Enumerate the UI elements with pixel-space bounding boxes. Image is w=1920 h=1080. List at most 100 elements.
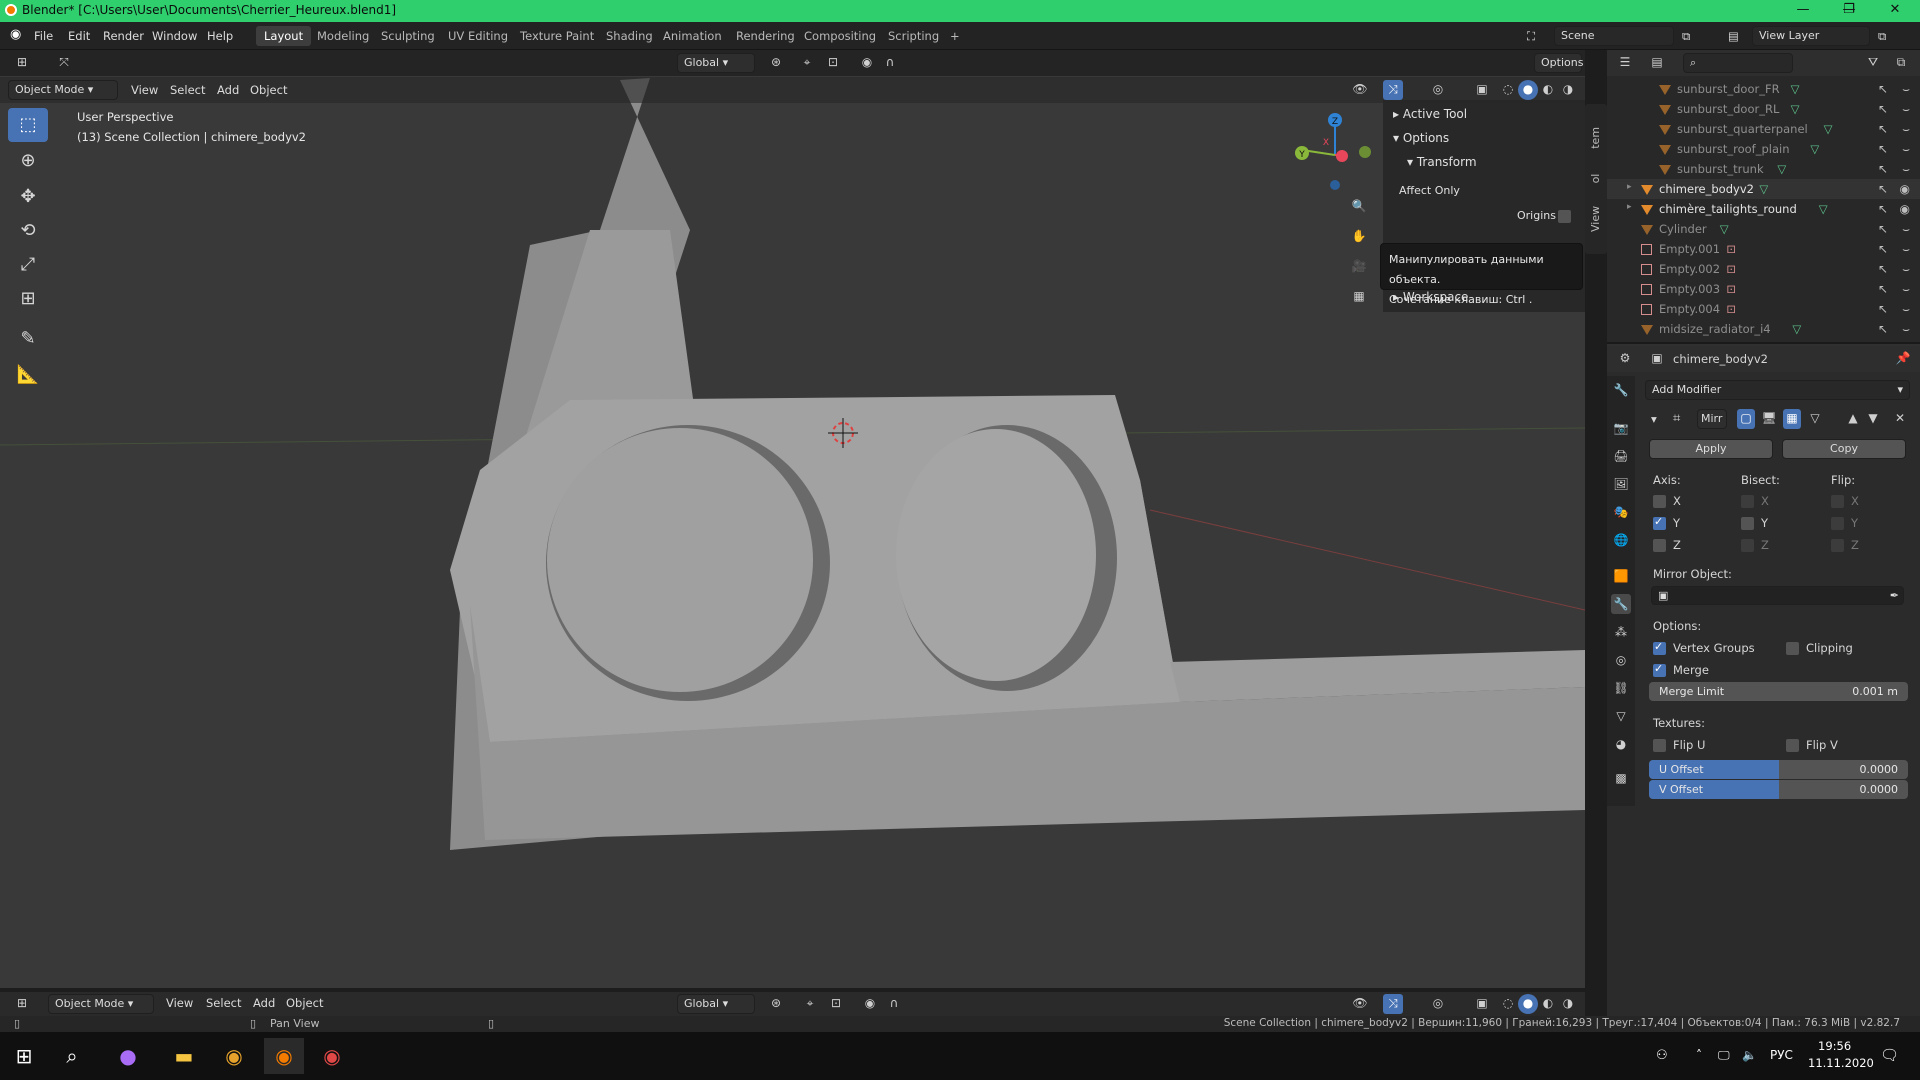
view-layer-props-tab-icon[interactable]: 🖼 bbox=[1611, 474, 1631, 494]
render-props-tab-icon[interactable]: 📷 bbox=[1611, 418, 1631, 438]
mode-dropdown[interactable]: Object Mode ▾ bbox=[8, 80, 118, 100]
clock-date[interactable]: 11.11.2020 bbox=[1808, 1056, 1874, 1070]
move-tool-icon[interactable]: ✥ bbox=[8, 180, 48, 214]
orientation-dropdown[interactable]: Global ▾ bbox=[677, 53, 755, 73]
viewport-menu-add[interactable]: Add bbox=[217, 83, 239, 97]
visibility-toggle-icon[interactable]: ⌣ bbox=[1902, 162, 1910, 177]
cursor-tool-icon[interactable]: ⊕ bbox=[8, 144, 48, 178]
outliner-row[interactable]: Empty.001 ⊡ ↖ ⌣ bbox=[1607, 239, 1920, 259]
visibility-toggle-icon[interactable]: ◉ bbox=[1900, 202, 1910, 216]
outliner-row[interactable]: ▸ chimere_bodyv2 ▽ ↖ ◉ bbox=[1607, 179, 1920, 199]
empty-data-icon[interactable]: ⊡ bbox=[1726, 282, 1736, 296]
outliner-search-input[interactable]: ⌕ bbox=[1683, 53, 1793, 73]
bottom-xray-icon[interactable]: ▣ bbox=[1472, 994, 1492, 1014]
merge-limit-field[interactable]: Merge Limit 0.001 m bbox=[1649, 682, 1908, 701]
tab-scripting[interactable]: Scripting bbox=[880, 26, 947, 46]
mesh-data-icon[interactable]: ▽ bbox=[1791, 102, 1800, 116]
add-workspace-button[interactable]: + bbox=[942, 26, 968, 46]
menu-edit[interactable]: Edit bbox=[68, 29, 90, 43]
editor-type-icon[interactable]: ⊞ bbox=[12, 53, 32, 73]
visibility-toggle-icon[interactable]: ⌣ bbox=[1902, 142, 1910, 157]
menu-window[interactable]: Window bbox=[152, 29, 197, 43]
constraints-props-tab-icon[interactable]: ⛓ bbox=[1611, 678, 1631, 698]
flip-y-checkbox[interactable] bbox=[1831, 517, 1844, 530]
u-offset-slider[interactable]: U Offset 0.0000 bbox=[1649, 760, 1908, 779]
bottom-rendered-icon[interactable]: ◑ bbox=[1558, 994, 1578, 1014]
menu-help[interactable]: Help bbox=[207, 29, 233, 43]
outliner[interactable]: ☰ ▤ ⌕ ⛛ ⧉ sunburst_door_FR ▽ ↖ ⌣ sunburst_do… bbox=[1607, 50, 1920, 344]
network-icon[interactable]: 🖵 bbox=[1718, 1048, 1730, 1063]
xray-icon[interactable]: ▣ bbox=[1472, 80, 1492, 100]
tray-arrow-icon[interactable]: ˄ bbox=[1696, 1048, 1702, 1062]
axis-x-checkbox[interactable] bbox=[1653, 495, 1666, 508]
bottom-menu-object[interactable]: Object bbox=[286, 996, 323, 1010]
bottom-overlay-icon[interactable]: ◎ bbox=[1428, 994, 1448, 1014]
tab-sculpting[interactable]: Sculpting bbox=[373, 26, 443, 46]
blender-menu-icon[interactable]: ◉ bbox=[10, 27, 21, 42]
clock-time[interactable]: 19:56 bbox=[1818, 1039, 1851, 1053]
visibility-toggle-icon[interactable]: ⌣ bbox=[1902, 222, 1910, 237]
remove-modifier-icon[interactable]: ✕ bbox=[1890, 409, 1910, 429]
mesh-data-icon[interactable]: ▽ bbox=[1824, 122, 1833, 136]
material-props-tab-icon[interactable]: ◕ bbox=[1611, 734, 1631, 754]
restore-button[interactable]: ❐ bbox=[1826, 0, 1872, 22]
expand-arrow-icon[interactable]: ▸ bbox=[1627, 202, 1632, 212]
active-tool-section[interactable]: ▸ Active Tool bbox=[1393, 107, 1467, 121]
scale-tool-icon[interactable]: ⤢ bbox=[8, 248, 48, 282]
bottom-pivot-icon[interactable]: ⊛ bbox=[766, 994, 786, 1014]
merge-checkbox[interactable] bbox=[1653, 662, 1666, 677]
collapse-modifier-icon[interactable]: ▾ bbox=[1651, 412, 1657, 426]
outliner-editor-icon[interactable]: ☰ bbox=[1615, 53, 1635, 73]
selectable-toggle-icon[interactable]: ↖ bbox=[1878, 242, 1888, 256]
3d-viewport[interactable]: ⊞ ⤧ Global ▾ ⊛ ⌖ ⊡ ◉ ∩ Options Object Mo… bbox=[0, 50, 1585, 988]
move-up-icon[interactable]: ▲ bbox=[1843, 409, 1863, 429]
transform-section[interactable]: ▾ Transform bbox=[1407, 155, 1477, 169]
outliner-row[interactable]: ▸ chimère_tailights_round ▽ ↖ ◉ bbox=[1607, 199, 1920, 219]
bottom-falloff-icon[interactable]: ∩ bbox=[884, 994, 904, 1014]
scene-field[interactable]: Scene bbox=[1554, 26, 1674, 46]
visibility-toggle-icon[interactable]: ⌣ bbox=[1902, 122, 1910, 137]
annotate-tool-icon[interactable]: ✎ bbox=[8, 322, 48, 356]
zoom-icon[interactable]: 🔍 bbox=[1349, 197, 1369, 217]
viewport-menu-select[interactable]: Select bbox=[170, 83, 205, 97]
transform-tool-icon[interactable]: ⊞ bbox=[8, 282, 48, 316]
selectable-toggle-icon[interactable]: ↖ bbox=[1878, 142, 1888, 156]
bottom-solid-icon[interactable]: ● bbox=[1518, 994, 1538, 1014]
camera-view-icon[interactable]: 🎥 bbox=[1349, 257, 1369, 277]
bottom-menu-select[interactable]: Select bbox=[206, 996, 241, 1010]
measure-tool-icon[interactable]: 📐 bbox=[8, 358, 48, 392]
tab-animation[interactable]: Animation bbox=[655, 26, 730, 46]
flip-u-checkbox[interactable] bbox=[1653, 739, 1666, 752]
visibility-toggle-icon[interactable]: ⌣ bbox=[1902, 242, 1910, 257]
axis-z-checkbox[interactable] bbox=[1653, 539, 1666, 552]
outliner-row[interactable]: midsize_radiator_i4 ▽ ↖ ⌣ bbox=[1607, 319, 1920, 339]
output-props-tab-icon[interactable]: 🖨 bbox=[1611, 446, 1631, 466]
viewport-menu-object[interactable]: Object bbox=[250, 83, 287, 97]
particles-props-tab-icon[interactable]: ⁂ bbox=[1611, 622, 1631, 642]
viewport-menu-view[interactable]: View bbox=[131, 83, 158, 97]
bottom-proportional-icon[interactable]: ◉ bbox=[860, 994, 880, 1014]
show-render-icon[interactable]: ▦ bbox=[1783, 409, 1801, 429]
new-view-layer-icon[interactable]: ⧉ bbox=[1878, 29, 1886, 44]
file-explorer-icon[interactable]: ▬ bbox=[164, 1038, 204, 1074]
selectable-toggle-icon[interactable]: ↖ bbox=[1878, 282, 1888, 296]
scene-selector-icon[interactable]: ⛶ bbox=[1527, 29, 1535, 44]
chrome-2-icon[interactable]: ◉ bbox=[312, 1038, 352, 1074]
world-props-tab-icon[interactable]: 🌐 bbox=[1611, 530, 1631, 550]
flip-v-checkbox[interactable] bbox=[1786, 739, 1799, 752]
snap-target-icon[interactable]: ⊡ bbox=[823, 53, 843, 73]
outliner-row[interactable]: Empty.004 ⊡ ↖ ⌣ bbox=[1607, 299, 1920, 319]
taskbar-search-icon[interactable]: ⌕ bbox=[52, 1038, 92, 1074]
bottom-menu-view[interactable]: View bbox=[166, 996, 193, 1010]
scene-props-tab-icon[interactable]: 🎭 bbox=[1611, 502, 1631, 522]
outliner-row[interactable]: sunburst_door_FR ▽ ↖ ⌣ bbox=[1607, 79, 1920, 99]
physics-props-tab-icon[interactable]: ◎ bbox=[1611, 650, 1631, 670]
options-dropdown[interactable]: Options bbox=[1534, 53, 1583, 73]
selectable-toggle-icon[interactable]: ↖ bbox=[1878, 202, 1888, 216]
origins-checkbox[interactable] bbox=[1558, 210, 1571, 223]
visibility-toggle-icon[interactable]: ⌣ bbox=[1902, 322, 1910, 337]
modifier-props-tab-icon[interactable]: 🔧 bbox=[1611, 594, 1631, 614]
eyedropper-icon[interactable]: ✒ bbox=[1890, 589, 1899, 602]
empty-data-icon[interactable]: ⊡ bbox=[1726, 262, 1736, 276]
data-props-tab-icon[interactable]: ▽ bbox=[1611, 706, 1631, 726]
